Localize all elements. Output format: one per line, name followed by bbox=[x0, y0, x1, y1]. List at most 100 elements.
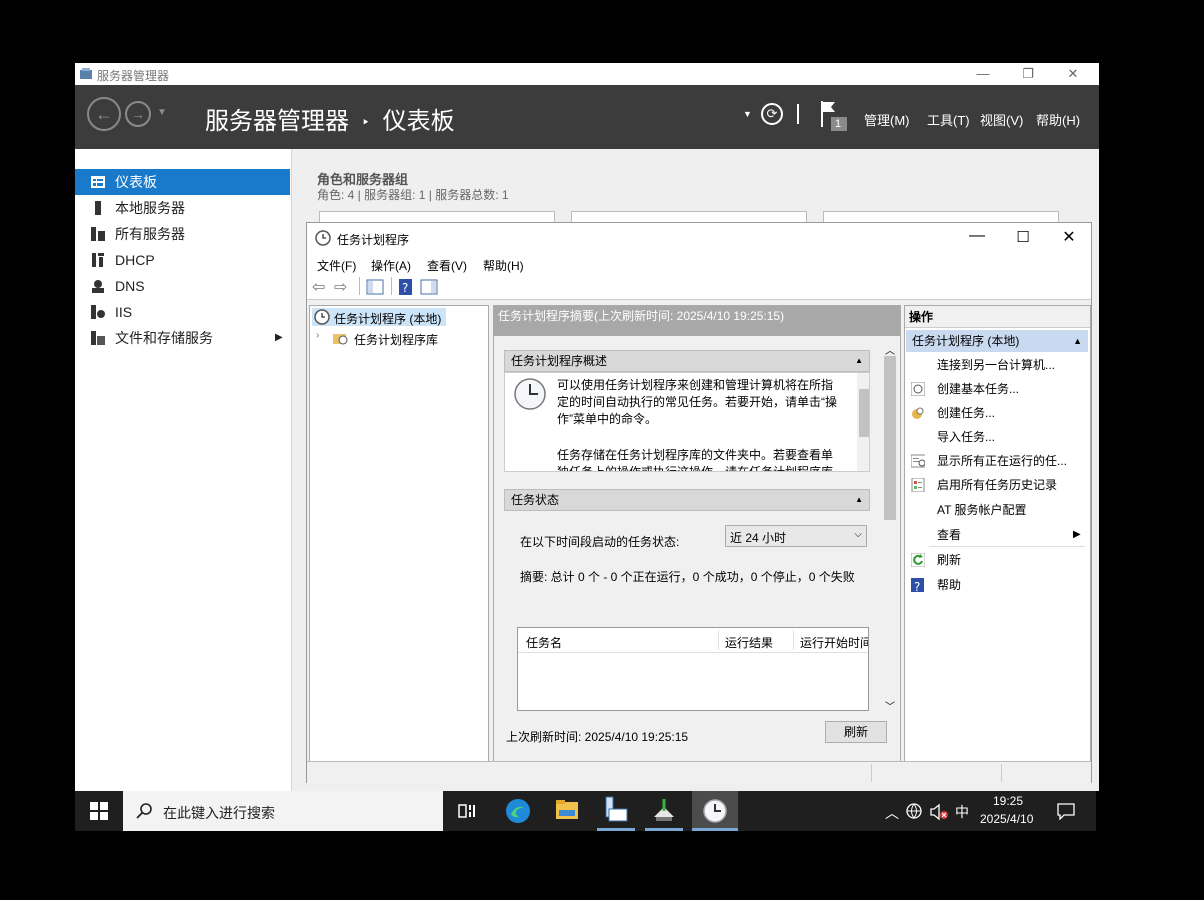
iis-icon bbox=[91, 305, 105, 319]
scrollbar-thumb[interactable] bbox=[859, 389, 869, 437]
svg-text:?: ? bbox=[402, 281, 408, 295]
dns-manager-taskbar-icon[interactable] bbox=[650, 797, 678, 825]
action-at-service-config[interactable]: AT 服务帐户配置 bbox=[911, 499, 1087, 521]
menu-view[interactable]: 视图(V) bbox=[980, 110, 1023, 129]
section-title: 任务状态 bbox=[511, 493, 560, 507]
action-view[interactable]: 查看 ▶ bbox=[911, 524, 1087, 546]
volume-muted-icon[interactable] bbox=[930, 803, 950, 821]
sidebar-item-dns[interactable]: DNS bbox=[75, 273, 290, 299]
action-help[interactable]: ? 帮助 bbox=[911, 574, 1087, 596]
summary-pane: 任务计划程序摘要(上次刷新时间: 2025/4/10 19:25:15) 任务计… bbox=[493, 305, 901, 763]
maximize-button[interactable]: ☐ bbox=[1003, 228, 1043, 246]
summary-scrollbar[interactable]: ︿ ﹀ bbox=[882, 342, 898, 713]
minimize-button[interactable]: — bbox=[957, 227, 997, 245]
ime-indicator[interactable]: 中 bbox=[955, 802, 969, 822]
overview-scrollbar[interactable] bbox=[857, 373, 869, 471]
tree-item-root[interactable]: 任务计划程序 (本地) bbox=[312, 308, 446, 326]
menu-manage[interactable]: 管理(M) bbox=[864, 110, 910, 129]
header-bar: ← → ▼ 服务器管理器 ‣ 仪表板 ▼ ⟳ 1 管理(M) 工具(T) 视图(… bbox=[75, 85, 1099, 149]
clock-time[interactable]: 19:25 bbox=[993, 794, 1023, 808]
close-button[interactable]: ✕ bbox=[1049, 227, 1089, 247]
help-icon[interactable]: ? bbox=[398, 278, 414, 296]
task-view-icon[interactable] bbox=[458, 802, 476, 820]
expand-chevron-icon[interactable]: › bbox=[316, 330, 319, 341]
dhcp-icon bbox=[92, 253, 104, 267]
back-icon[interactable]: ← bbox=[87, 97, 121, 131]
status-summary: 摘要: 总计 0 个 - 0 个正在运行，0 个成功，0 个停止，0 个失败 bbox=[520, 570, 855, 584]
column-task-name[interactable]: 任务名 bbox=[526, 634, 562, 651]
back-icon[interactable]: ⇦ bbox=[312, 277, 325, 297]
notifications-flag-icon[interactable] bbox=[819, 99, 849, 131]
refresh-button[interactable]: 刷新 bbox=[825, 721, 887, 743]
action-label: 导入任务... bbox=[937, 430, 996, 444]
menu-help[interactable]: 帮助(H) bbox=[1036, 110, 1080, 129]
collapse-icon[interactable]: ▲ bbox=[855, 490, 863, 510]
running-tasks-icon bbox=[911, 454, 925, 468]
show-hide-tree-icon[interactable] bbox=[366, 278, 384, 296]
dashboard-icon bbox=[91, 176, 105, 188]
menu-tools[interactable]: 工具(T) bbox=[927, 110, 970, 129]
action-label: 帮助 bbox=[937, 578, 962, 592]
action-create-task[interactable]: 创建任务... bbox=[911, 402, 1087, 424]
sidebar-item-label: IIS bbox=[115, 304, 133, 320]
server-manager-taskbar-icon[interactable] bbox=[603, 795, 629, 825]
clock-date[interactable]: 2025/4/10 bbox=[980, 812, 1033, 826]
collapse-icon[interactable]: ▲ bbox=[855, 351, 863, 371]
menu-file[interactable]: 文件(F) bbox=[317, 257, 356, 274]
task-status-section-header[interactable]: 任务状态 ▲ bbox=[504, 489, 870, 511]
column-run-start[interactable]: 运行开始时间 bbox=[800, 634, 868, 651]
action-enable-history[interactable]: 启用所有任务历史记录 bbox=[911, 474, 1087, 496]
forward-icon[interactable]: → bbox=[125, 101, 151, 127]
menu-view[interactable]: 查看(V) bbox=[427, 257, 467, 274]
sidebar-item-dashboard[interactable]: 仪表板 bbox=[75, 169, 290, 195]
window-title: 任务计划程序 bbox=[337, 233, 410, 247]
table-header: 任务名 运行结果 运行开始时间 bbox=[518, 628, 868, 653]
show-hide-action-pane-icon[interactable] bbox=[420, 278, 438, 296]
menu-action[interactable]: 操作(A) bbox=[371, 257, 411, 274]
scroll-up-icon[interactable]: ︿ bbox=[885, 342, 895, 357]
minimize-button[interactable]: — bbox=[963, 63, 1003, 85]
action-show-running-tasks[interactable]: 显示所有正在运行的任... bbox=[911, 450, 1087, 472]
period-select[interactable]: 近 24 小时 ⌵ bbox=[725, 525, 867, 547]
breadcrumb-dropdown-icon[interactable]: ▼ bbox=[743, 109, 752, 119]
toolbar: ⇦ ⇨ ? bbox=[307, 275, 1091, 300]
overview-section-header[interactable]: 任务计划程序概述 ▲ bbox=[504, 350, 870, 372]
actions-group-header[interactable]: 任务计划程序 (本地) ▲ bbox=[906, 330, 1088, 352]
windows-start-icon[interactable] bbox=[90, 802, 108, 820]
sidebar-item-file-storage[interactable]: 文件和存储服务 ▶ bbox=[75, 325, 290, 351]
task-scheduler-taskbar-button[interactable] bbox=[692, 791, 738, 831]
expand-arrow-icon[interactable]: ▶ bbox=[275, 325, 283, 351]
action-import-task[interactable]: 导入任务... bbox=[911, 426, 1087, 448]
title-bar: 服务器管理器 — ❐ ✕ bbox=[75, 63, 1099, 85]
action-label: AT 服务帐户配置 bbox=[937, 503, 1027, 517]
tree-item-library[interactable]: › 任务计划程序库 bbox=[316, 329, 476, 347]
close-button[interactable]: ✕ bbox=[1053, 63, 1093, 85]
sidebar-item-local-server[interactable]: 本地服务器 bbox=[75, 195, 290, 221]
column-run-result[interactable]: 运行结果 bbox=[725, 634, 773, 651]
file-explorer-icon[interactable] bbox=[555, 799, 579, 821]
scroll-down-icon[interactable]: ﹀ bbox=[885, 698, 895, 713]
column-divider[interactable] bbox=[793, 630, 794, 650]
forward-icon[interactable]: ⇨ bbox=[334, 277, 347, 297]
menu-help[interactable]: 帮助(H) bbox=[483, 257, 524, 274]
restore-button[interactable]: ❐ bbox=[1008, 63, 1048, 85]
collapse-icon[interactable]: ▲ bbox=[1073, 330, 1082, 352]
scrollbar-thumb[interactable] bbox=[884, 356, 896, 520]
network-globe-icon[interactable] bbox=[906, 803, 924, 821]
show-hidden-icons-chevron-icon[interactable]: ︿ bbox=[885, 803, 899, 823]
sidebar-item-iis[interactable]: IIS bbox=[75, 299, 290, 325]
action-connect-computer[interactable]: 连接到另一台计算机... bbox=[911, 354, 1087, 376]
refresh-icon[interactable]: ⟳ bbox=[761, 103, 783, 125]
sidebar-item-dhcp[interactable]: DHCP bbox=[75, 247, 290, 273]
edge-browser-icon[interactable] bbox=[505, 798, 531, 824]
column-divider[interactable] bbox=[718, 630, 719, 650]
action-refresh[interactable]: 刷新 bbox=[911, 549, 1087, 571]
history-dropdown-icon[interactable]: ▼ bbox=[157, 107, 167, 118]
sidebar-item-all-servers[interactable]: 所有服务器 bbox=[75, 221, 290, 247]
servers-icon bbox=[91, 227, 105, 241]
search-placeholder: 在此键入进行搜索 bbox=[163, 805, 275, 821]
sidebar-item-label: DHCP bbox=[115, 252, 155, 268]
notification-center-icon[interactable] bbox=[1056, 802, 1076, 820]
action-create-basic-task[interactable]: 创建基本任务... bbox=[911, 378, 1087, 400]
taskbar-search-box[interactable]: 在此键入进行搜索 bbox=[123, 791, 443, 831]
